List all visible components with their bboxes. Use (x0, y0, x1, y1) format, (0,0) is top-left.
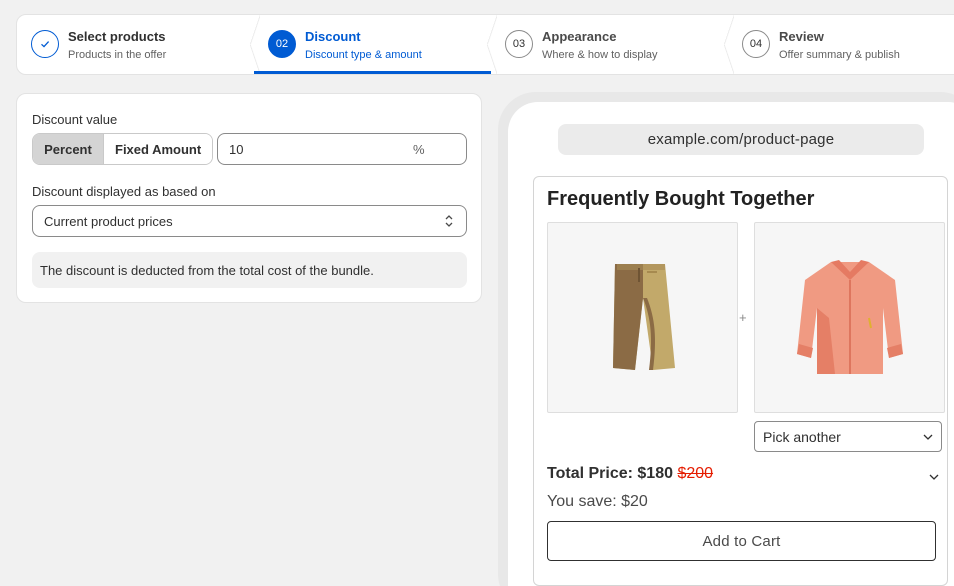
url-bar: example.com/product-page (558, 124, 924, 155)
shirt-image (754, 222, 945, 413)
add-to-cart-button[interactable]: Add to Cart (547, 521, 936, 561)
step-title: Review (779, 29, 824, 44)
step-title: Select products (68, 29, 166, 44)
pick-another-label: Pick another (763, 428, 841, 445)
step-subtitle: Where & how to display (542, 49, 658, 61)
select-chevron-icon (445, 215, 453, 227)
original-price: $200 (677, 465, 714, 482)
savings-text: You save: $20 (547, 493, 648, 510)
plus-sign: + (739, 310, 747, 325)
fixed-amount-button[interactable]: Fixed Amount (104, 134, 213, 164)
percent-button[interactable]: Percent (33, 134, 104, 164)
stepper: Select products Products in the offer 02… (16, 14, 954, 75)
step-select-products[interactable]: Select products Products in the offer (17, 15, 254, 74)
step-number: 03 (505, 30, 533, 58)
preview-phone: example.com/product-page Frequently Boug… (498, 92, 954, 586)
step-discount[interactable]: 02 Discount Discount type & amount (250, 15, 491, 74)
total-expand-icon[interactable] (929, 468, 939, 486)
step-title: Appearance (542, 29, 617, 44)
discount-value-label: Discount value (32, 112, 118, 127)
widget-title: Frequently Bought Together (547, 188, 815, 210)
step-subtitle: Products in the offer (68, 49, 167, 61)
total-price-value: $180 (637, 465, 673, 482)
check-icon (31, 30, 59, 58)
step-subtitle: Discount type & amount (305, 49, 422, 61)
discount-amount-input[interactable]: 10 % (217, 133, 467, 165)
step-subtitle: Offer summary & publish (779, 49, 900, 61)
shorts-image (547, 222, 738, 413)
step-review[interactable]: 04 Review Offer summary & publish (724, 15, 954, 74)
step-number: 02 (268, 30, 296, 58)
discount-settings-card: Discount value Percent Fixed Amount 10 %… (16, 93, 482, 303)
step-number: 04 (742, 30, 770, 58)
total-label: Total Price: (547, 465, 633, 482)
discount-note: The discount is deducted from the total … (32, 252, 467, 288)
total-price: Total Price: $180 $200 (547, 465, 713, 483)
pick-another-select[interactable]: Pick another (754, 421, 942, 452)
step-title: Discount (305, 29, 361, 44)
chevron-down-icon (923, 434, 933, 440)
preview-screen: example.com/product-page Frequently Boug… (508, 102, 954, 586)
based-on-label: Discount displayed as based on (32, 184, 216, 199)
based-on-select[interactable]: Current product prices (32, 205, 467, 237)
step-appearance[interactable]: 03 Appearance Where & how to display (487, 15, 728, 74)
based-on-value: Current product prices (44, 213, 173, 229)
percent-unit: % (413, 141, 425, 157)
bundle-widget: Frequently Bought Together + Pick anothe… (533, 176, 948, 586)
discount-type-toggle: Percent Fixed Amount (32, 133, 214, 165)
